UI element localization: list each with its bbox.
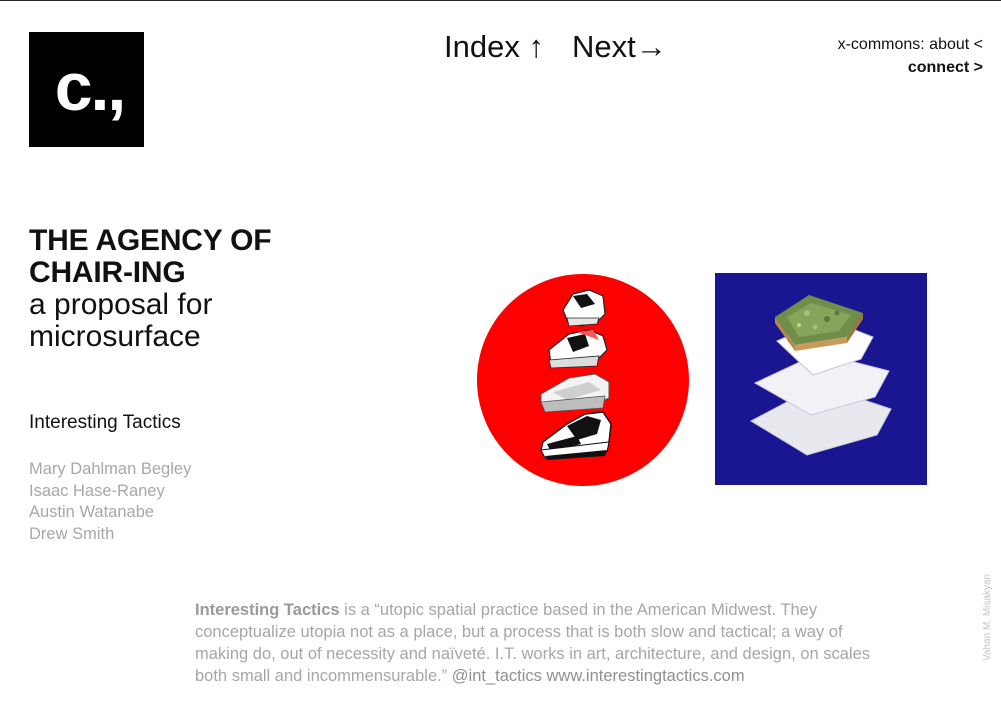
connect-link[interactable]: connect >	[838, 56, 983, 79]
sneaker-stack-artwork[interactable]	[477, 274, 689, 486]
people-list: Mary Dahlman Begley Isaac Hase-Raney Aus…	[29, 459, 191, 546]
instagram-handle-link[interactable]: @int_tactics	[452, 667, 542, 685]
top-right-menu: x-commons: about < connect >	[838, 33, 983, 79]
person-name: Mary Dahlman Begley	[29, 460, 192, 478]
top-nav: Index ↑ Next→	[444, 29, 667, 65]
project-description: Interesting Tactics is a “utopic spatial…	[195, 599, 895, 687]
title-line-2: CHAIR-ING	[29, 256, 186, 289]
layered-planes-artwork[interactable]	[715, 273, 927, 485]
subtitle-line-2: microsurface	[29, 320, 201, 353]
project-title: THE AGENCY OF CHAIR-ING a proposal for m…	[29, 225, 349, 353]
person-name: Austin Watanabe	[29, 503, 155, 522]
next-link[interactable]: Next→	[572, 29, 667, 65]
person-name: Drew Smith	[29, 525, 115, 544]
page: c., Index ↑ Next→ x-commons: about < con…	[0, 0, 1001, 703]
subtitle-line-1: a proposal for	[29, 288, 213, 321]
person-name: Isaac Hase-Raney	[29, 481, 165, 500]
studio-name: Interesting Tactics	[29, 412, 181, 433]
site-logo[interactable]: c.,	[29, 32, 144, 147]
index-link[interactable]: Index ↑	[444, 29, 544, 65]
about-link[interactable]: x-commons: about <	[838, 33, 983, 56]
title-line-1: THE AGENCY OF	[29, 224, 272, 257]
photo-credit: Vahan M. Misakyan	[982, 573, 993, 661]
logo-text: c.,	[54, 48, 127, 125]
website-link[interactable]: www.interestingtactics.com	[547, 667, 745, 685]
description-lead: Interesting Tactics	[195, 601, 340, 619]
